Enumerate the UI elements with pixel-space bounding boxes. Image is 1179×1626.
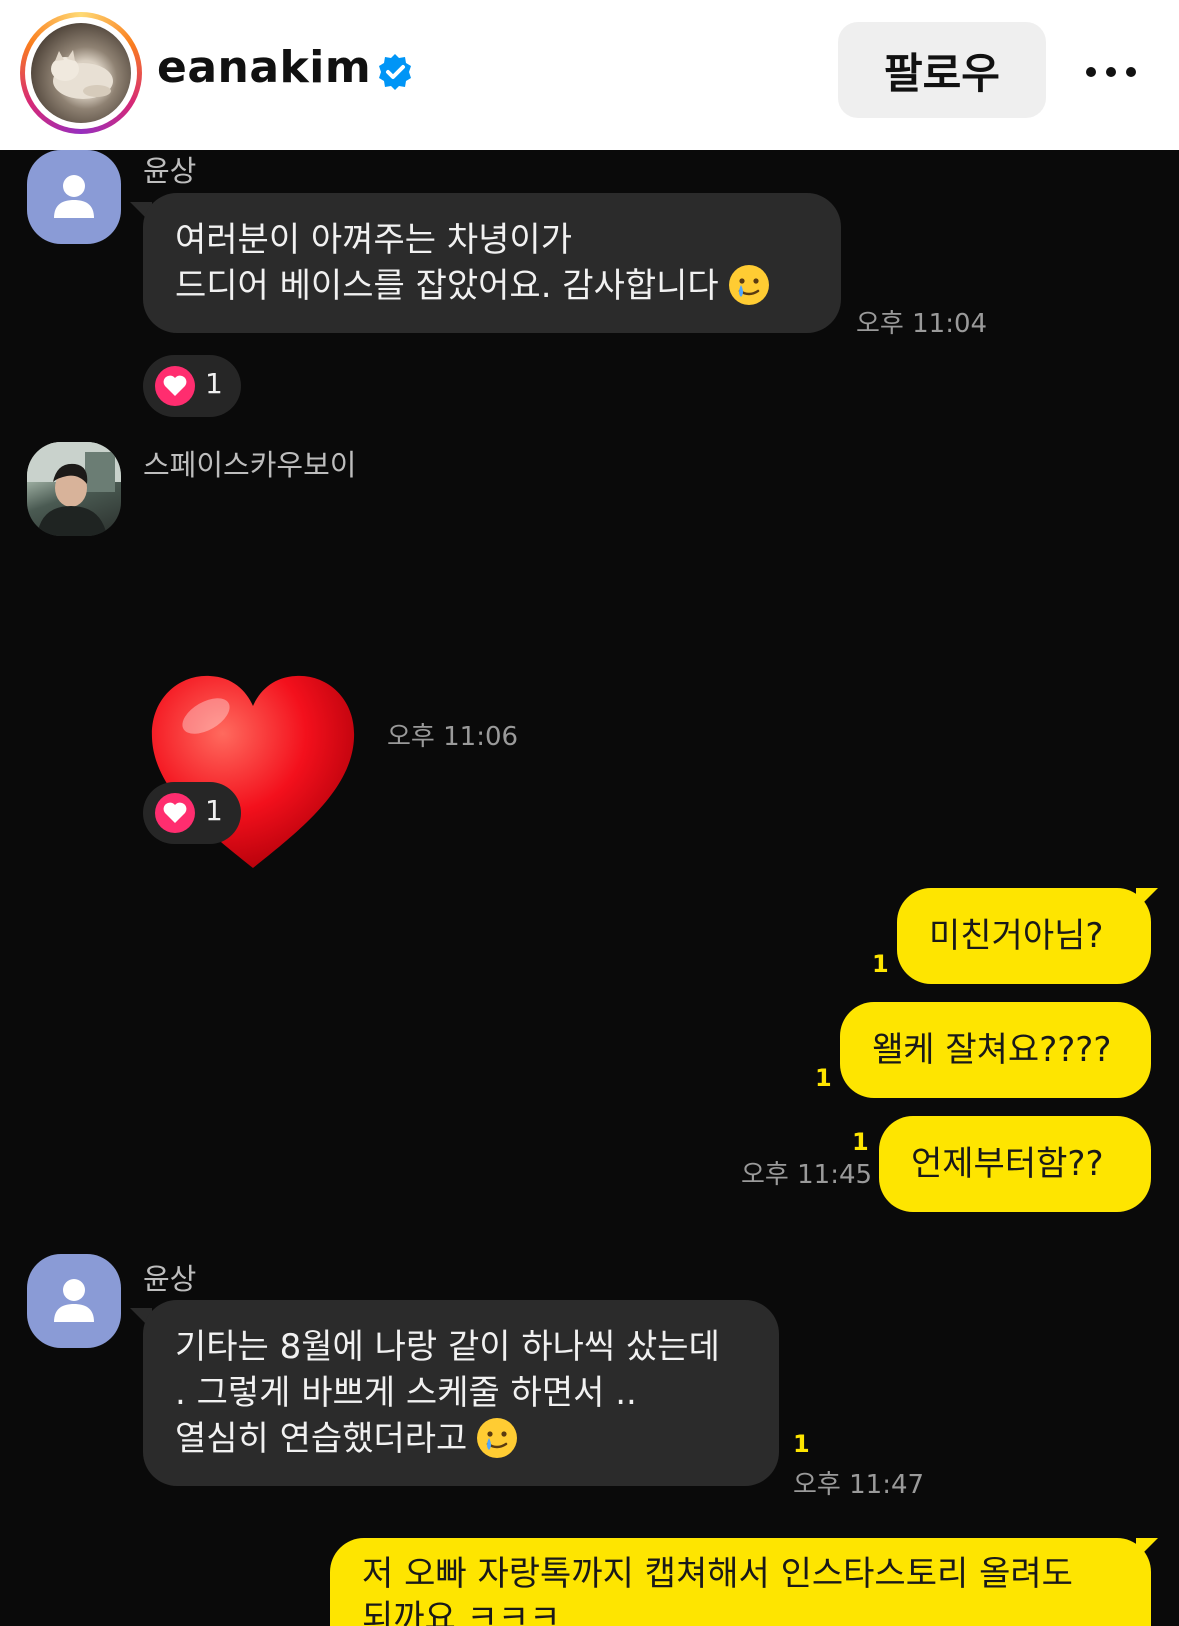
default-user-icon bbox=[54, 1279, 94, 1322]
timestamp: 오후 11:06 bbox=[387, 722, 519, 752]
profile-avatar-story-ring[interactable] bbox=[20, 12, 142, 134]
default-user-icon bbox=[54, 175, 94, 218]
my-message-bubble[interactable]: 언제부터함?? bbox=[879, 1116, 1151, 1212]
post-header: eanakim 팔로우 bbox=[0, 0, 1179, 150]
chat-screenshot: 윤상 여러분이 아껴주는 차녕이가 드디어 베이스를 잡았어요. 감사합니다 오… bbox=[0, 150, 1179, 1626]
timestamp: 오후 11:45 bbox=[741, 1160, 873, 1190]
username[interactable]: eanakim bbox=[157, 42, 371, 93]
sender-name: 스페이스카우보이 bbox=[143, 448, 357, 482]
reaction-badge[interactable]: 1 bbox=[143, 355, 241, 417]
sender-name: 윤상 bbox=[143, 154, 197, 188]
my-message-bubble[interactable]: 저 오빠 자랑톡까지 캡쳐해서 인스타스토리 올려도 되까요 ㅋㅋㅋ bbox=[330, 1538, 1151, 1626]
timestamp: 오후 11:47 bbox=[793, 1470, 925, 1500]
reaction-badge[interactable]: 1 bbox=[143, 782, 241, 844]
crying-smile-emoji bbox=[475, 1416, 519, 1472]
more-options-icon[interactable] bbox=[1080, 46, 1170, 96]
crying-smile-emoji bbox=[727, 263, 771, 319]
cat-photo-icon bbox=[51, 50, 113, 99]
profile-photo-icon bbox=[27, 442, 121, 536]
unread-count: 1 bbox=[852, 1128, 869, 1156]
my-message-bubble[interactable]: 미친거아님? bbox=[897, 888, 1151, 984]
reaction-count: 1 bbox=[205, 367, 223, 400]
sender-name: 윤상 bbox=[143, 1262, 197, 1296]
message-line: 되까요 ㅋㅋㅋ bbox=[362, 1598, 561, 1626]
heart-icon bbox=[155, 366, 195, 406]
message-line: 저 오빠 자랑톡까지 캡쳐해서 인스타스토리 올려도 bbox=[362, 1554, 1073, 1594]
avatar bbox=[27, 150, 121, 244]
message-line: 여러분이 아껴주는 차녕이가 bbox=[175, 220, 572, 260]
my-message-bubble[interactable]: 왤케 잘쳐요???? bbox=[840, 1002, 1151, 1098]
avatar bbox=[27, 1254, 121, 1348]
message-bubble[interactable]: 기타는 8월에 나랑 같이 하나씩 샀는데 . 그렇게 바쁘게 스케줄 하면서 … bbox=[143, 1300, 779, 1486]
reaction-count: 1 bbox=[205, 794, 223, 827]
unread-count: 1 bbox=[872, 950, 889, 978]
message-line: . 그렇게 바쁘게 스케줄 하면서 .. bbox=[175, 1373, 637, 1413]
unread-count: 1 bbox=[815, 1064, 832, 1092]
avatar bbox=[31, 23, 131, 123]
timestamp: 오후 11:04 bbox=[856, 309, 988, 339]
message-line: 기타는 8월에 나랑 같이 하나씩 샀는데 bbox=[175, 1327, 720, 1367]
follow-button[interactable]: 팔로우 bbox=[838, 22, 1046, 118]
heart-icon bbox=[155, 793, 195, 833]
message-bubble[interactable]: 여러분이 아껴주는 차녕이가 드디어 베이스를 잡았어요. 감사합니다 bbox=[143, 193, 841, 333]
red-heart-emoji[interactable] bbox=[148, 672, 358, 876]
verified-badge-icon bbox=[375, 52, 415, 92]
message-line: 열심히 연습했더라고 bbox=[175, 1416, 747, 1472]
unread-count: 1 bbox=[793, 1430, 810, 1458]
avatar bbox=[27, 442, 121, 536]
message-line: 드디어 베이스를 잡았어요. 감사합니다 bbox=[175, 263, 809, 319]
